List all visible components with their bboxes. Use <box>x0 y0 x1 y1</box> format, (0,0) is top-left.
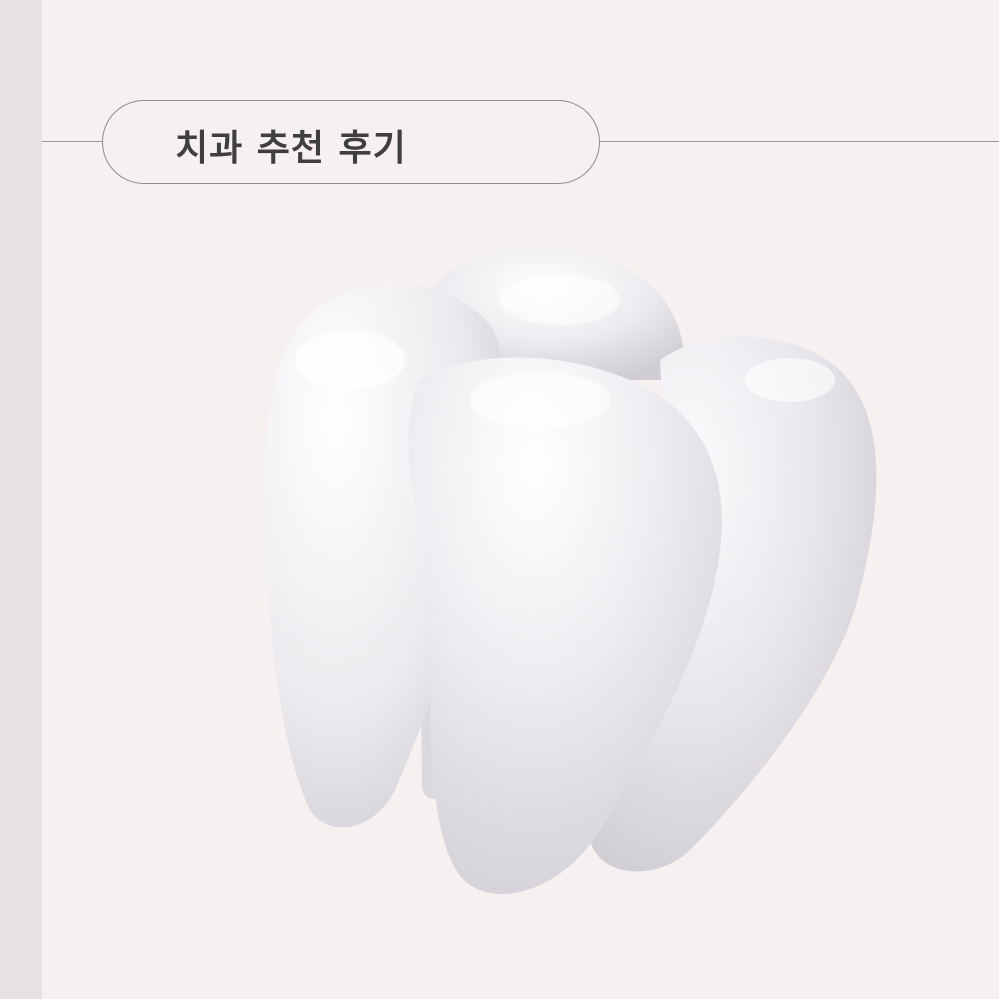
title-rule-right <box>598 141 999 142</box>
side-strip <box>0 0 42 999</box>
title-rule-left <box>42 141 104 142</box>
tooth-icon <box>265 247 877 894</box>
title-pill: 치과 추천 후기 <box>102 100 600 184</box>
page-title: 치과 추천 후기 <box>175 128 407 169</box>
page-canvas: 치과 추천 후기 <box>0 0 999 999</box>
